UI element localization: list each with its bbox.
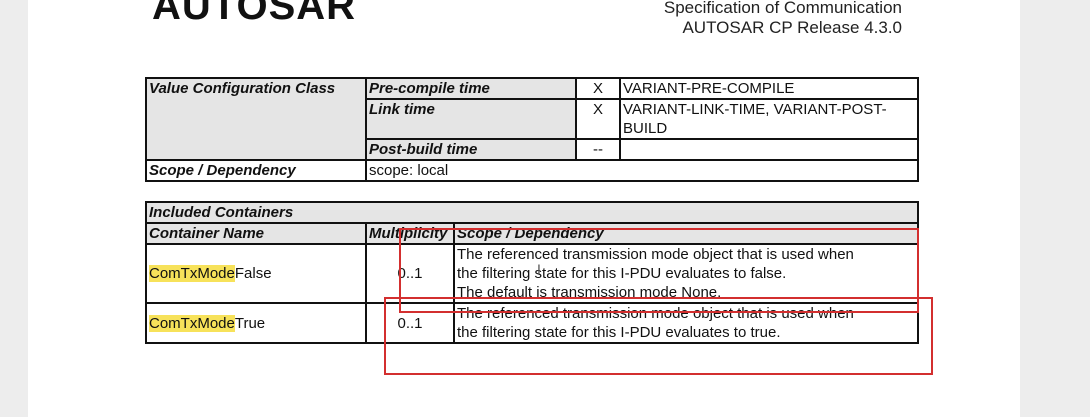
link-time-mark: X bbox=[575, 98, 621, 140]
container-name-highlight: ComTxMode bbox=[149, 265, 235, 282]
scope-dependency-label: Scope / Dependency bbox=[145, 159, 367, 182]
link-time-label: Link time bbox=[365, 98, 577, 140]
included-containers-title: Included Containers bbox=[145, 201, 919, 224]
description-line: The default is transmission mode None. bbox=[457, 284, 722, 301]
document-header: Specification of Communication AUTOSAR C… bbox=[664, 0, 902, 38]
description-line: The referenced transmission mode object … bbox=[457, 305, 854, 322]
container-name-highlight: ComTxMode bbox=[149, 314, 235, 332]
value-config-class-label: Value Configuration Class bbox=[145, 77, 367, 161]
multiplicity-cell: 0..1 bbox=[365, 243, 455, 304]
multiplicity-header: Multiplicity bbox=[365, 222, 455, 245]
precompile-mark: X bbox=[575, 77, 621, 100]
scope-value: scope: local bbox=[365, 159, 919, 182]
scope-dependency-header: Scope / Dependency bbox=[453, 222, 919, 245]
precompile-time-label: Pre-compile time bbox=[365, 77, 577, 100]
description-cell: The referenced transmission mode object … bbox=[453, 302, 919, 344]
container-name-suffix: True bbox=[234, 314, 266, 332]
spec-title: Specification of Communication bbox=[663, 0, 902, 17]
postbuild-variant bbox=[619, 138, 919, 161]
container-name-suffix: False bbox=[234, 265, 272, 282]
container-name-cell: ComTxModeTrue bbox=[145, 302, 367, 344]
container-name-cell: ComTxModeFalse bbox=[145, 243, 367, 304]
autosar-logo: AUTOSAR bbox=[152, 0, 357, 28]
precompile-variant: VARIANT-PRE-COMPILE bbox=[619, 77, 919, 100]
multiplicity-cell: 0..1 bbox=[365, 302, 455, 344]
configuration-class-table: Value Configuration Class Pre-compile ti… bbox=[145, 77, 919, 182]
postbuild-mark: -- bbox=[575, 138, 621, 161]
description-line: the filtering state for this I-PDU evalu… bbox=[457, 324, 781, 341]
container-name-header: Container Name bbox=[145, 222, 367, 245]
postbuild-time-label: Post-build time bbox=[365, 138, 577, 161]
release-label: AUTOSAR CP Release 4.3.0 bbox=[682, 18, 902, 37]
description-line: The referenced transmission mode object … bbox=[457, 246, 854, 263]
included-containers-table: Included Containers Container Name Multi… bbox=[145, 201, 919, 344]
link-time-variant: VARIANT-LINK-TIME, VARIANT-POST-BUILD bbox=[619, 98, 919, 140]
description-cell: The referenced transmission mode object … bbox=[453, 243, 919, 304]
description-line: the filtering state for this I-PDU evalu… bbox=[457, 265, 787, 282]
text-cursor-icon: I bbox=[537, 261, 541, 277]
